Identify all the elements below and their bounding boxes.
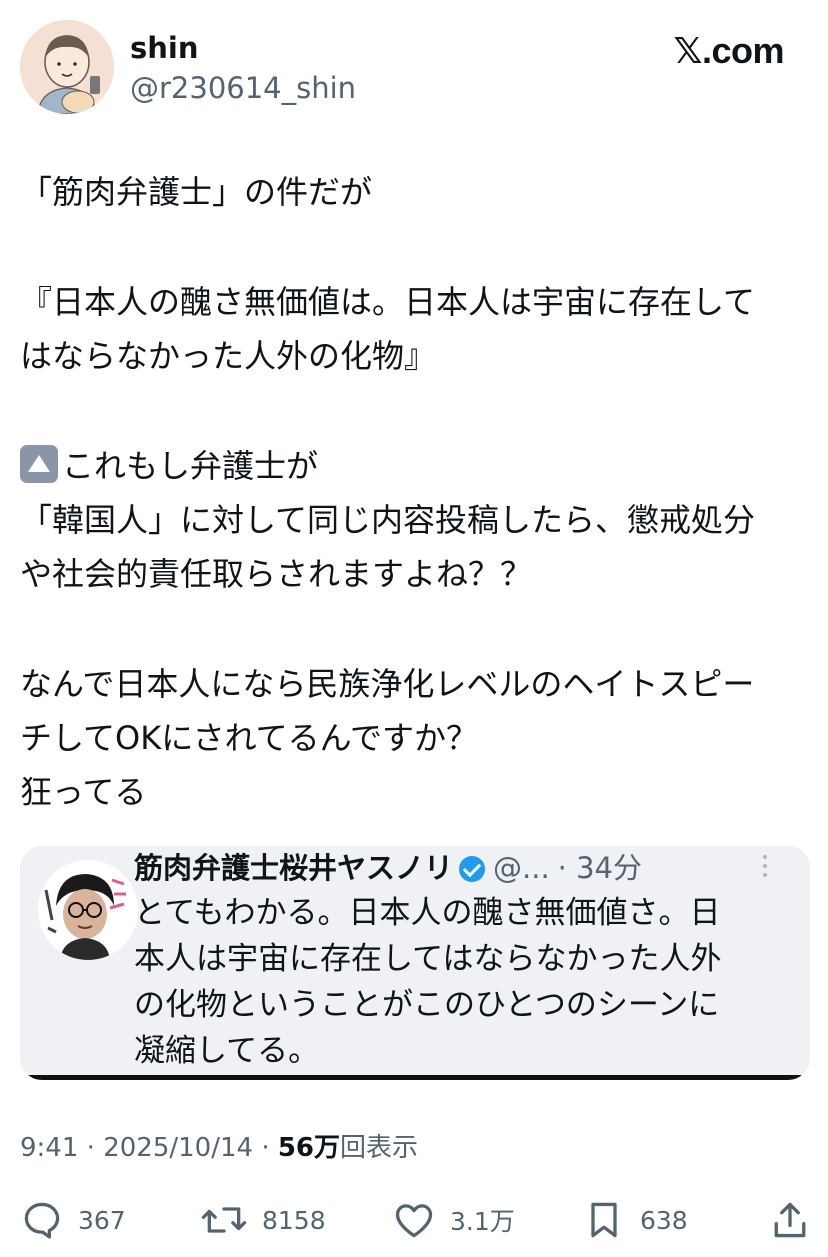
- repost-icon: [200, 1198, 248, 1242]
- post-line: や社会的責任取らされますよね？？: [20, 555, 533, 593]
- quoted-post-line: の化物ということがこのひとつのシーンに: [134, 987, 720, 1023]
- like-count: 3.1万: [450, 1207, 515, 1236]
- quoted-post-line: 凝縮してる。: [134, 1033, 320, 1069]
- like-button[interactable]: 3.1万: [392, 1198, 515, 1242]
- post-line-text: これもし弁護士が: [62, 447, 319, 485]
- quoted-post-header: 筋肉弁護士桜井ヤスノリ @... · 34分: [134, 846, 642, 890]
- post-line: はならなかった人外の化物』: [20, 337, 437, 375]
- author-avatar[interactable]: [20, 20, 114, 114]
- reply-button[interactable]: 367: [20, 1198, 126, 1242]
- post-header: shin @r230614_shin 𝕏.com: [0, 0, 828, 130]
- repost-count: 8158: [262, 1205, 326, 1235]
- reply-count: 367: [78, 1205, 126, 1235]
- heart-icon: [392, 1198, 436, 1242]
- action-bar: 367 8158 3.1万 638: [0, 1190, 828, 1250]
- post-date[interactable]: 2025/10/14: [103, 1133, 253, 1163]
- separator: ·: [261, 1133, 270, 1163]
- author-name[interactable]: shin: [130, 30, 199, 66]
- post-line: 「筋肉弁護士」の件だが: [20, 173, 373, 211]
- post-line: 「韓国人」に対して同じ内容投稿したら、懲戒処分: [20, 501, 756, 539]
- author-handle[interactable]: @r230614_shin: [130, 70, 356, 106]
- view-label: 回表示: [340, 1133, 419, 1163]
- quoted-post-line: 本人は宇宙に存在してはならなかった人外: [134, 941, 722, 977]
- post-time[interactable]: 9:41: [20, 1133, 78, 1163]
- quoted-user-avatar[interactable]: [38, 860, 138, 960]
- post-line: 狂ってる: [20, 773, 147, 811]
- post-line: チしてOKにされてるんですか？: [20, 719, 479, 757]
- post-text: 「筋肉弁護士」の件だが 『日本人の醜さ無価値は。日本人は宇宙に存在して はならな…: [20, 165, 810, 819]
- more-options-icon[interactable]: [760, 852, 770, 886]
- repost-button[interactable]: 8158: [200, 1198, 326, 1242]
- post-line: 『日本人の醜さ無価値は。日本人は宇宙に存在して: [20, 283, 756, 321]
- post-line: なんで日本人になら民族浄化レベルのヘイトスピー: [20, 665, 755, 703]
- reply-icon: [20, 1198, 64, 1242]
- quoted-user-avatar-icon: [38, 860, 138, 960]
- up-arrow-emoji-icon: [20, 445, 58, 483]
- quoted-user-name[interactable]: 筋肉弁護士桜井ヤスノリ: [134, 851, 453, 885]
- bookmark-button[interactable]: 638: [582, 1198, 688, 1242]
- quoted-post-line: とてもわかる。日本人の醜さ無価値さ。日: [134, 895, 721, 931]
- illustrated-avatar-icon: [20, 20, 114, 114]
- share-button[interactable]: [768, 1198, 812, 1242]
- share-icon: [768, 1198, 812, 1242]
- bookmark-icon: [582, 1198, 626, 1242]
- quoted-post-text: とてもわかる。日本人の醜さ無価値さ。日 本人は宇宙に存在してはならなかった人外 …: [134, 890, 810, 1074]
- quote-media-edge: [20, 1075, 810, 1080]
- post-line-with-emoji: これもし弁護士が: [20, 439, 810, 493]
- bookmark-count: 638: [640, 1205, 688, 1235]
- verified-badge-icon: [459, 856, 486, 882]
- x-brand-logo: 𝕏.com: [673, 30, 784, 71]
- view-count: 56万: [277, 1133, 341, 1163]
- quoted-post-time: · 34分: [557, 851, 643, 885]
- separator: ·: [86, 1133, 95, 1163]
- post-metadata: 9:41 · 2025/10/14 · 56万回表示: [20, 1130, 418, 1166]
- quoted-user-handle[interactable]: @...: [493, 851, 550, 885]
